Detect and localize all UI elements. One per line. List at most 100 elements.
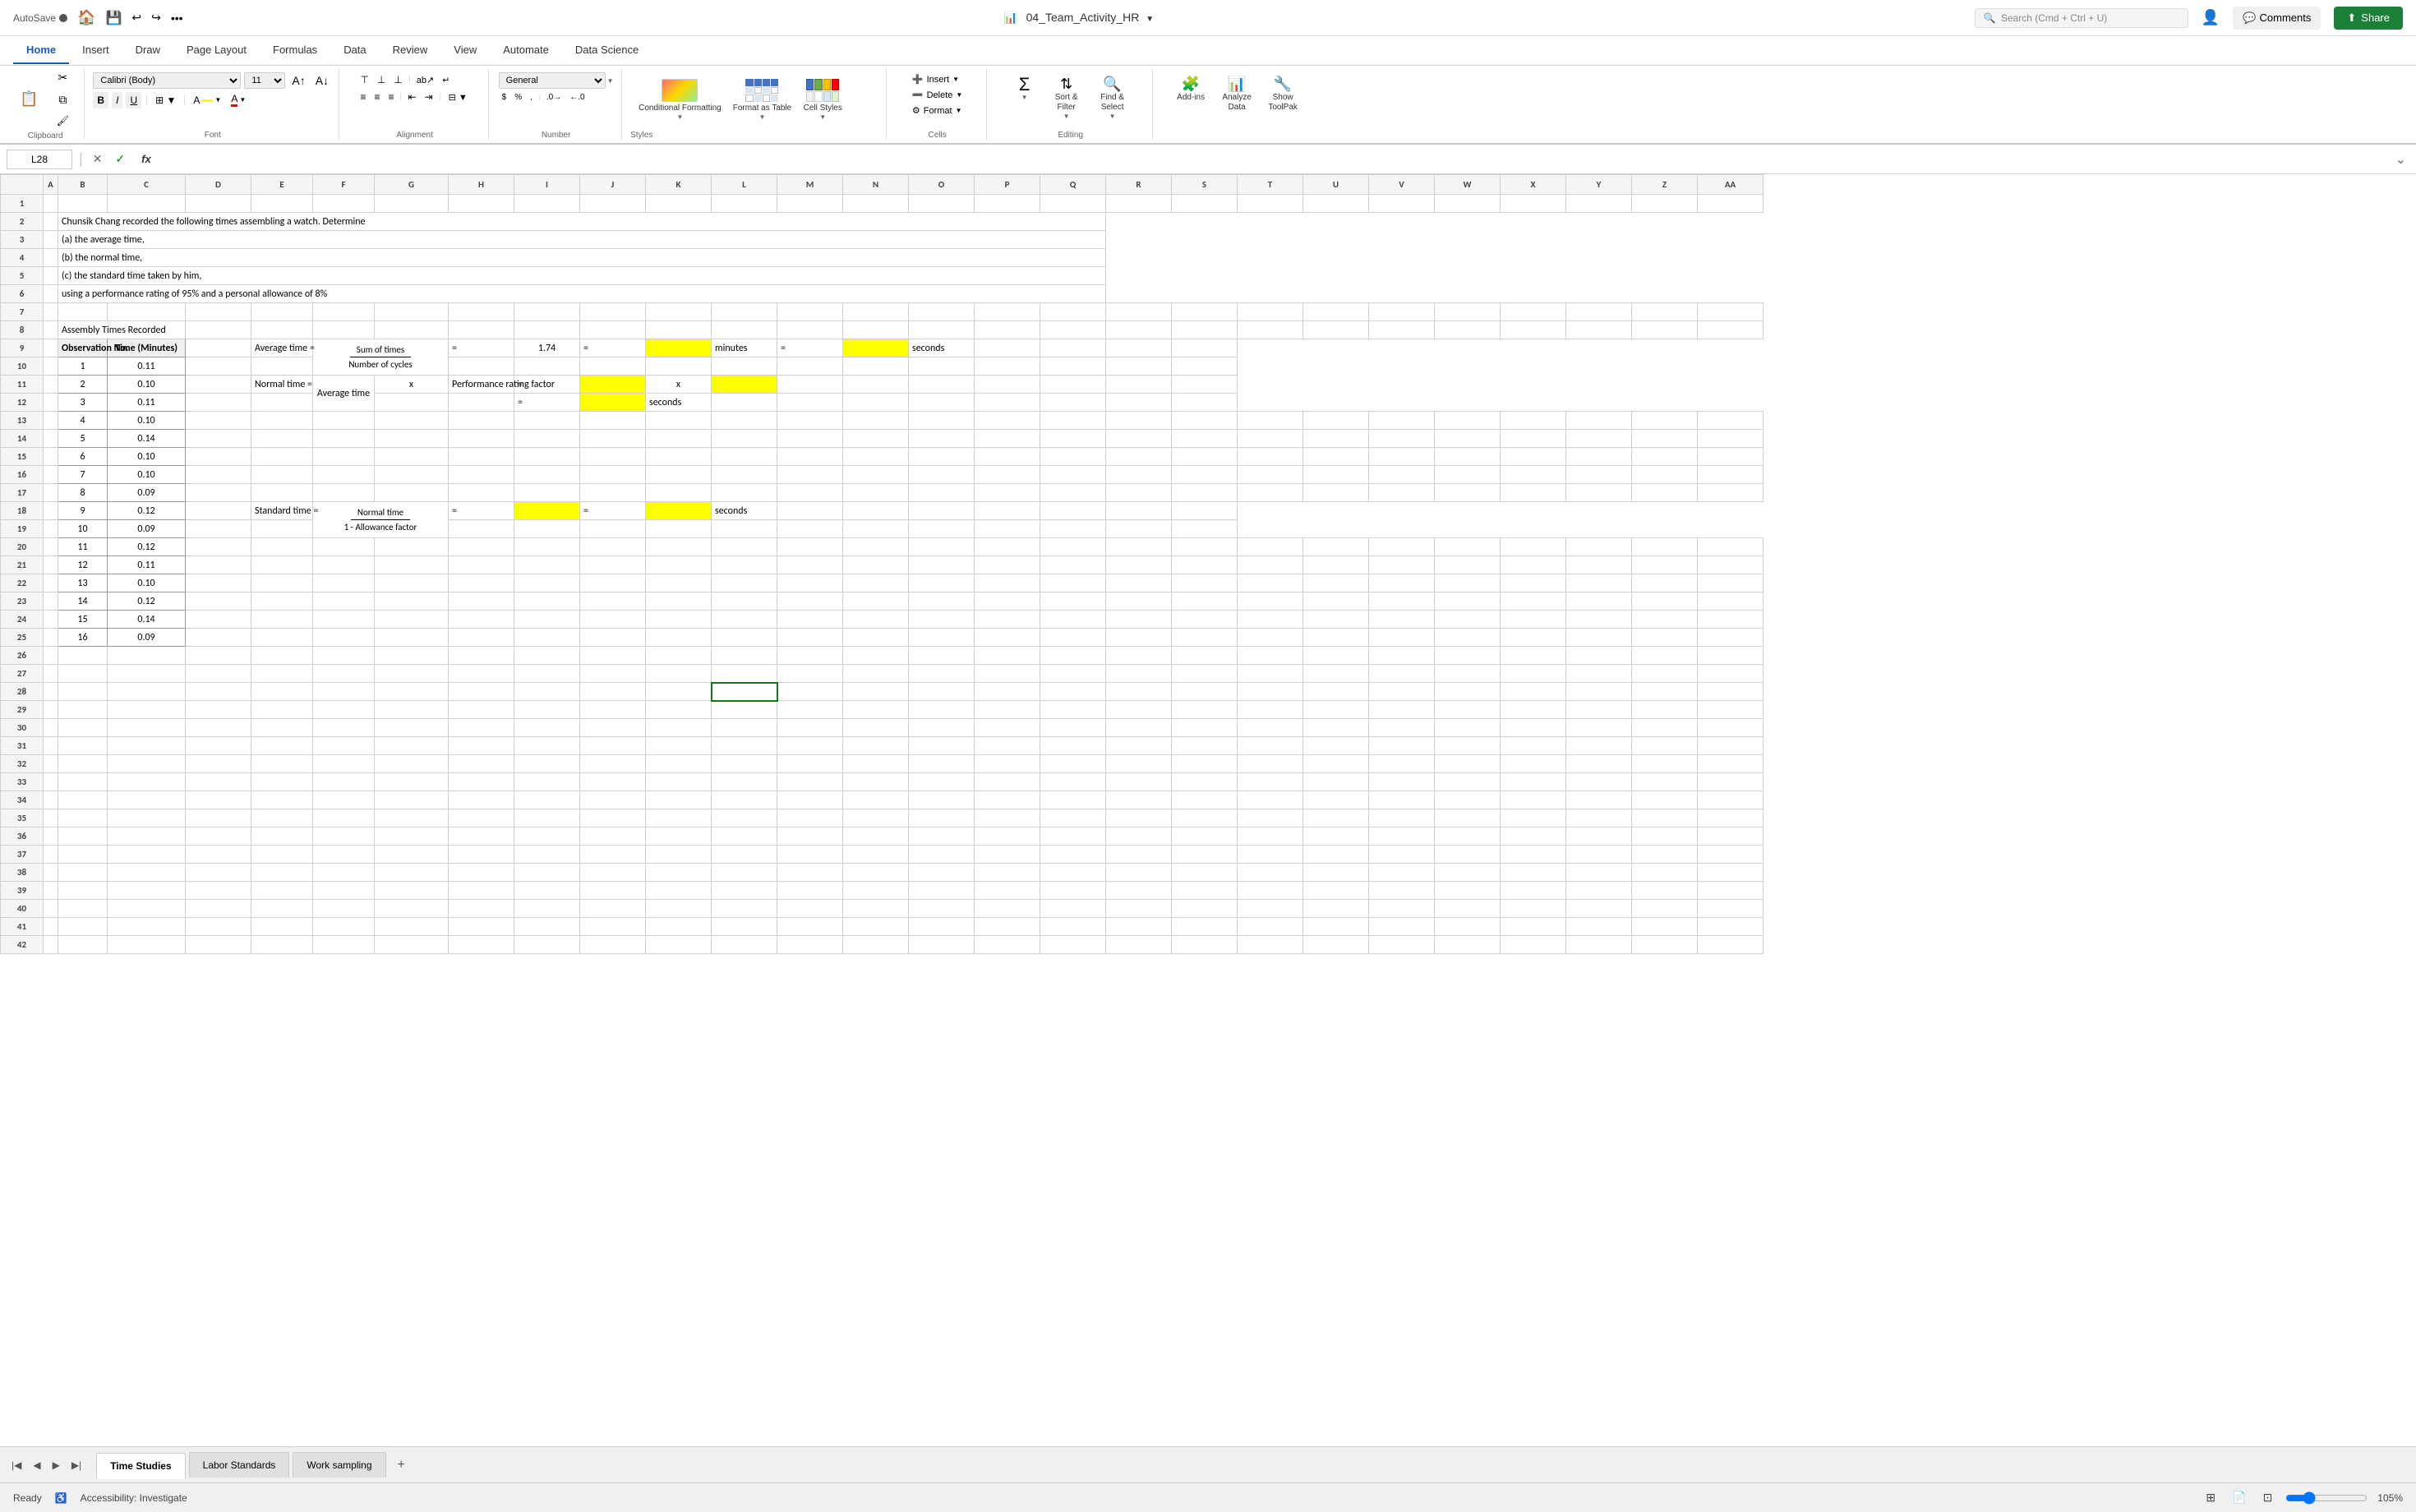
zoom-level[interactable]: 105%: [2377, 1492, 2403, 1504]
decrease-font-button[interactable]: A↓: [312, 72, 332, 89]
fs-arrow[interactable]: ▼: [1109, 113, 1116, 120]
save-icon[interactable]: 💾: [105, 10, 122, 26]
wrap-text-button[interactable]: ↵: [439, 72, 453, 87]
align-left-button[interactable]: ≡: [357, 90, 369, 104]
accounting-button[interactable]: $: [499, 91, 510, 104]
col-header-j[interactable]: J: [580, 175, 646, 195]
analyze-data-button[interactable]: 📊 AnalyzeData: [1216, 72, 1257, 116]
col-header-aa[interactable]: AA: [1698, 175, 1764, 195]
align-top-button[interactable]: ⊤: [357, 72, 371, 87]
tab-insert[interactable]: Insert: [69, 37, 122, 64]
tab-review[interactable]: Review: [380, 37, 441, 64]
addins-button[interactable]: 🧩 Add-ins: [1170, 72, 1211, 105]
col-header-q[interactable]: Q: [1040, 175, 1106, 195]
tab-data-science[interactable]: Data Science: [562, 37, 652, 64]
autosum-button[interactable]: Σ ▼: [1008, 72, 1041, 104]
page-break-view-button[interactable]: ⊡: [2260, 1489, 2276, 1506]
bold-button[interactable]: B: [93, 92, 108, 108]
undo-icon[interactable]: ↩: [131, 11, 141, 25]
orientation-button[interactable]: ab↗: [413, 72, 437, 87]
tab-data[interactable]: Data: [330, 37, 379, 64]
format-button[interactable]: ⚙ Format ▼: [907, 104, 967, 118]
standard-time-fraction[interactable]: Normal time1 - Allowance factor: [313, 502, 449, 538]
format-as-table-button[interactable]: Format as Table ▼: [728, 76, 797, 124]
selected-cell-l28[interactable]: [712, 683, 777, 701]
dropdown-arrow-icon[interactable]: ▼: [1146, 15, 1154, 24]
increase-indent-button[interactable]: ⇥: [422, 90, 436, 104]
comments-button[interactable]: 💬 Comments: [2233, 7, 2321, 30]
decrease-decimal-button[interactable]: ←.0: [566, 91, 588, 104]
col-header-r[interactable]: R: [1106, 175, 1172, 195]
col-header-k[interactable]: K: [646, 175, 712, 195]
col-header-n[interactable]: N: [843, 175, 909, 195]
decrease-indent-button[interactable]: ⇤: [404, 90, 419, 104]
showtoolpak-button[interactable]: 🔧 ShowToolPak: [1262, 72, 1303, 116]
tab-page-layout[interactable]: Page Layout: [173, 37, 260, 64]
col-header-z[interactable]: Z: [1632, 175, 1698, 195]
col-header-l[interactable]: L: [712, 175, 777, 195]
average-time-fraction[interactable]: Sum of timesNumber of cycles: [313, 339, 449, 376]
align-middle-button[interactable]: ⊥: [374, 72, 389, 87]
add-sheet-button[interactable]: +: [390, 1454, 413, 1476]
fat-dropdown-arrow[interactable]: ▼: [759, 113, 766, 121]
insert-button[interactable]: ➕ Insert ▼: [907, 72, 964, 86]
last-sheet-button[interactable]: ▶|: [67, 1456, 86, 1474]
col-header-o[interactable]: O: [909, 175, 975, 195]
fill-dropdown[interactable]: ▼: [214, 96, 221, 104]
comma-button[interactable]: ,: [527, 91, 536, 104]
formula-expand-button[interactable]: ⌄: [2392, 151, 2409, 168]
cell-reference-box[interactable]: [7, 150, 72, 169]
col-header-b[interactable]: B: [58, 175, 108, 195]
fill-color-button[interactable]: A ▼: [190, 93, 224, 108]
profile-icon[interactable]: 👤: [2202, 9, 2220, 26]
col-header-h[interactable]: H: [449, 175, 514, 195]
redo-icon[interactable]: ↪: [151, 11, 161, 25]
more-options-icon[interactable]: •••: [171, 12, 183, 25]
align-bottom-button[interactable]: ⊥: [390, 72, 405, 87]
sheet-tab-work-sampling[interactable]: Work sampling: [293, 1452, 385, 1477]
number-format-select[interactable]: General: [499, 72, 606, 89]
paste-button[interactable]: 📋: [13, 88, 44, 109]
col-header-f[interactable]: F: [313, 175, 375, 195]
format-arrow[interactable]: ▼: [956, 107, 962, 114]
sum-arrow[interactable]: ▼: [1021, 94, 1028, 101]
next-sheet-button[interactable]: ▶: [48, 1456, 65, 1474]
percent-button[interactable]: %: [511, 91, 525, 104]
font-color-button[interactable]: A ▼: [228, 91, 249, 108]
col-header-s[interactable]: S: [1172, 175, 1238, 195]
increase-font-button[interactable]: A↑: [288, 72, 308, 89]
col-header-a[interactable]: A: [44, 175, 58, 195]
col-header-m[interactable]: M: [777, 175, 843, 195]
sf-arrow[interactable]: ▼: [1063, 113, 1070, 120]
conditional-formatting-button[interactable]: Conditional Formatting ▼: [634, 76, 726, 124]
formula-cancel-button[interactable]: ✕: [90, 152, 106, 166]
cut-button[interactable]: ✂: [48, 69, 77, 86]
font-size-select[interactable]: 11: [244, 72, 285, 89]
underline-button[interactable]: U: [126, 92, 141, 108]
merge-center-button[interactable]: ⊟ ▼: [444, 90, 473, 104]
copy-button[interactable]: ⧉: [48, 91, 77, 108]
align-right-button[interactable]: ≡: [385, 90, 397, 104]
tab-automate[interactable]: Automate: [490, 37, 562, 64]
normal-view-button[interactable]: ⊞: [2202, 1489, 2219, 1506]
italic-button[interactable]: I: [112, 92, 122, 108]
prev-sheet-button[interactable]: ◀: [28, 1456, 45, 1474]
page-layout-view-button[interactable]: 📄: [2229, 1489, 2249, 1506]
cell-styles-button[interactable]: Cell Styles ▼: [798, 76, 847, 124]
col-header-g[interactable]: G: [375, 175, 449, 195]
col-header-i[interactable]: I: [514, 175, 580, 195]
tab-home[interactable]: Home: [13, 37, 69, 64]
sheet-tab-time-studies[interactable]: Time Studies: [96, 1453, 185, 1479]
borders-button[interactable]: ⊞ ▼: [152, 93, 179, 108]
zoom-slider[interactable]: [2285, 1491, 2368, 1505]
insert-arrow[interactable]: ▼: [952, 76, 959, 83]
align-center-button[interactable]: ≡: [371, 90, 383, 104]
formula-input[interactable]: [164, 150, 2386, 168]
col-header-w[interactable]: W: [1435, 175, 1501, 195]
font-color-dropdown[interactable]: ▼: [239, 96, 246, 104]
increase-decimal-button[interactable]: .0→: [543, 91, 565, 104]
share-button[interactable]: ⬆ Share: [2334, 7, 2403, 30]
sheet-tab-labor-standards[interactable]: Labor Standards: [189, 1452, 290, 1477]
filename[interactable]: 04_Team_Activity_HR: [1026, 11, 1140, 24]
delete-button[interactable]: ➖ Delete ▼: [907, 88, 967, 102]
